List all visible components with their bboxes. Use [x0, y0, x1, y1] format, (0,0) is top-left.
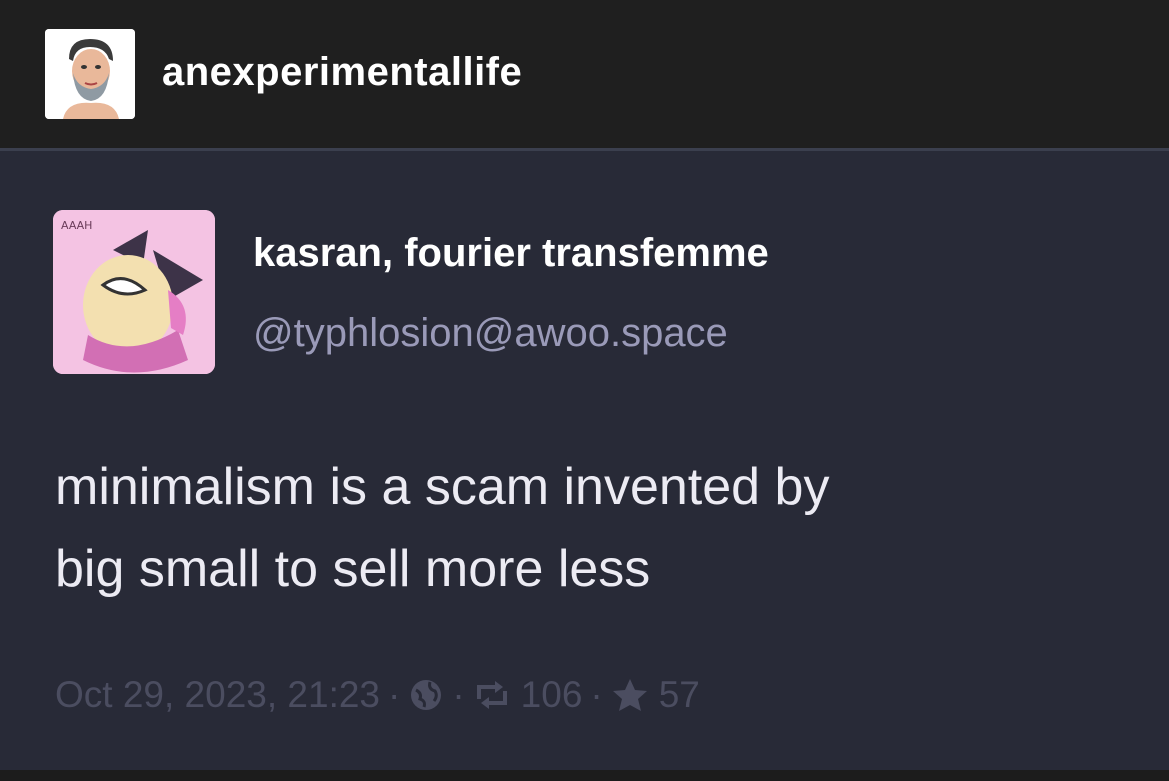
- bottom-border: [0, 770, 1169, 781]
- boost-count: 106: [520, 674, 583, 715]
- favourite-count: 57: [658, 674, 700, 715]
- svg-text:AAAH: AAAH: [61, 219, 92, 232]
- account-handle[interactable]: @typhlosion@awoo.space: [253, 311, 728, 356]
- post-content: minimalism is a scam invented by big sma…: [55, 446, 1135, 610]
- post-text-line: minimalism is a scam invented by: [55, 458, 830, 516]
- meta-separator: ·: [452, 674, 465, 715]
- reblog-header: anexperimentallife: [0, 0, 1169, 148]
- embedded-post: AAAH kasran, fourier transfemme @typhlos…: [0, 151, 1169, 770]
- meta-separator: ·: [590, 674, 603, 715]
- display-name[interactable]: kasran, fourier transfemme: [253, 231, 769, 276]
- post-text-line: big small to sell more less: [55, 540, 651, 598]
- post-timestamp[interactable]: Oct 29, 2023, 21:23: [55, 674, 380, 716]
- boost-icon[interactable]: [473, 679, 511, 711]
- star-icon[interactable]: [611, 677, 649, 713]
- screenshot-frame: anexperimentallife AAAH kasran, fourier …: [0, 0, 1169, 781]
- profile-avatar-icon[interactable]: AAAH: [53, 210, 215, 374]
- post-meta: Oct 29, 2023, 21:23 · · 106 · 57: [55, 673, 700, 717]
- user-avatar-icon[interactable]: [45, 29, 135, 119]
- globe-icon: [408, 677, 444, 713]
- reblogger-username[interactable]: anexperimentallife: [162, 50, 522, 95]
- meta-separator: ·: [388, 674, 401, 715]
